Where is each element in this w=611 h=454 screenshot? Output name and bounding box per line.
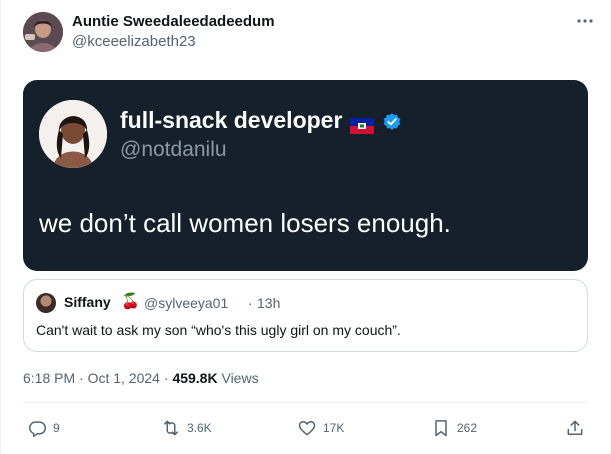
repost-button[interactable]: 3.6K	[161, 418, 212, 438]
meta-dot: ·	[79, 370, 84, 386]
left-border	[0, 0, 1, 454]
author-name[interactable]: Auntie Sweedaleedadeedum	[72, 13, 275, 30]
verified-badge-icon	[382, 111, 402, 131]
embedded-post-image[interactable]: full-snack developer @notdanilu we don’t…	[23, 80, 588, 271]
share-icon	[567, 420, 583, 435]
views-label: Views	[221, 370, 259, 386]
like-count: 17K	[323, 421, 345, 435]
reply-button[interactable]: 9	[27, 418, 60, 438]
views-count: 459.8K	[172, 370, 218, 386]
quote-author-handle: @sylveeya01	[144, 295, 229, 311]
embedded-name: full-snack developer	[120, 107, 343, 133]
cherries-emoji: 🍒	[121, 293, 140, 310]
heart-icon	[298, 421, 316, 436]
embedded-avatar	[39, 100, 107, 168]
reply-icon	[29, 421, 47, 438]
embedded-name-row: full-snack developer	[120, 107, 402, 134]
post-date[interactable]: Oct 1, 2024	[88, 370, 160, 386]
author-avatar[interactable]	[23, 12, 63, 52]
share-button[interactable]	[565, 418, 585, 438]
repost-count: 3.6K	[187, 421, 212, 435]
embedded-handle: @notdanilu	[120, 138, 227, 161]
quote-author-name: Siffany	[64, 294, 111, 310]
quote-text: Can't wait to ask my son “who's this ugl…	[36, 322, 401, 338]
quote-timestamp: 13h	[257, 295, 281, 311]
bookmark-count: 262	[457, 421, 478, 435]
actions-divider	[23, 402, 588, 403]
quote-avatar	[36, 293, 56, 313]
post-meta: 6:18 PM · Oct 1, 2024 · 459.8K Views	[23, 370, 259, 386]
author-avatar-image	[23, 12, 63, 52]
post-time[interactable]: 6:18 PM	[23, 370, 75, 386]
repost-icon	[164, 420, 178, 436]
reply-count: 9	[53, 421, 60, 435]
bookmark-button[interactable]: 262	[431, 418, 477, 438]
quote-separator: ·	[248, 295, 253, 311]
bookmark-icon	[435, 420, 447, 437]
more-horizontal-icon[interactable]	[575, 11, 595, 31]
meta-dot: ·	[163, 370, 169, 386]
author-handle[interactable]: @kceeelizabeth23	[72, 33, 196, 50]
haiti-flag-icon	[350, 113, 375, 134]
action-bar: 9 3.6K 17K 262	[0, 414, 611, 444]
like-button[interactable]: 17K	[297, 418, 344, 438]
embedded-post-text: we don’t call women losers enough.	[39, 208, 451, 238]
embedded-avatar-image	[39, 100, 107, 168]
quoted-post-card[interactable]: Siffany 🍒 @sylveeya01 · 13h Can't wait t…	[23, 279, 588, 352]
